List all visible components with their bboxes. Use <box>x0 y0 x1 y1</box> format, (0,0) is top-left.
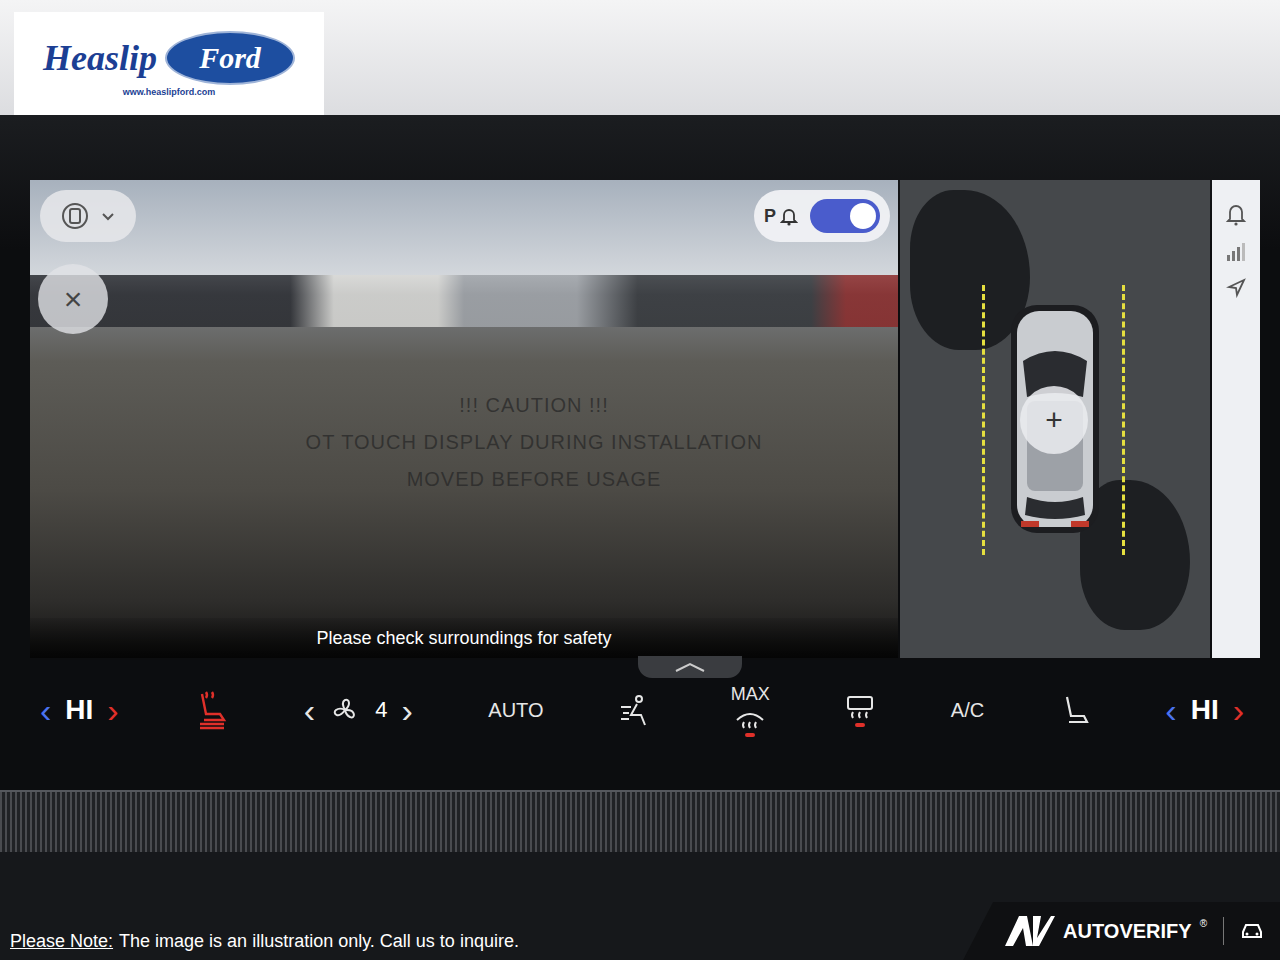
fan-down-button[interactable]: ‹ <box>304 693 315 727</box>
brand-name: Ford <box>199 41 261 75</box>
footer: Please Note: The image is an illustration… <box>0 852 1280 960</box>
overhead-view: + <box>900 180 1210 658</box>
temp-down-button[interactable]: ‹ <box>40 693 51 727</box>
camera-screen: × P !!! CAUTION !!! OT TOUCH DISPLAY DURING… <box>30 180 1260 658</box>
notification-bell-icon[interactable] <box>1225 202 1247 226</box>
temp-value: HI <box>1191 694 1219 726</box>
climate-temp[interactable]: ‹ HI › <box>40 693 119 727</box>
safety-caption: Please check surroundings for safety <box>316 628 611 649</box>
autoverify-badge[interactable]: AUTOVERIFY ® <box>963 902 1280 960</box>
climate-temp[interactable]: ‹ HI › <box>1165 693 1244 727</box>
toggle-switch[interactable] <box>810 199 880 233</box>
rear-defrost-button[interactable] <box>845 694 875 727</box>
status-indicator <box>855 723 865 727</box>
climate-max-defrost[interactable]: MAX <box>731 684 770 737</box>
car-icon <box>1240 922 1264 940</box>
climate-bar: ‹ HI › ‹ 4 › AUTO MAX A/C ‹ HI › <box>30 660 1260 760</box>
climate-button-label: A/C <box>951 699 984 722</box>
temp-down-button[interactable]: ‹ <box>1165 693 1176 727</box>
autoverify-logo-icon <box>1003 914 1055 948</box>
temp-up-button[interactable]: › <box>1233 693 1244 727</box>
side-toolbar <box>1212 180 1260 658</box>
max-defrost-button[interactable]: MAX <box>731 684 770 737</box>
chevron-up-icon <box>673 661 707 673</box>
climate-button-label: AUTO <box>488 699 543 722</box>
climate-fan[interactable]: ‹ 4 › <box>304 693 413 727</box>
seat-icon <box>1060 694 1090 726</box>
temp-value: HI <box>65 694 93 726</box>
camera-view: × P !!! CAUTION !!! OT TOUCH DISPLAY DURING… <box>30 180 898 658</box>
disclaimer-text: The image is an illustration only. Call … <box>119 931 519 952</box>
parking-alert-label: P <box>764 206 776 227</box>
parking-alert-toggle[interactable]: P <box>754 190 890 242</box>
fan-speed: 4 <box>375 697 387 723</box>
film-notice-line: MOVED BEFORE USAGE <box>407 468 662 491</box>
rear-defrost-icon <box>845 694 875 720</box>
fan-icon <box>329 695 361 725</box>
status-indicator <box>745 733 755 737</box>
registered-mark: ® <box>1200 918 1207 929</box>
protective-film-notice: !!! CAUTION !!! OT TOUCH DISPLAY DURING I… <box>170 394 898 491</box>
dealer-logo[interactable]: Heaslip Ford www.heaslipford.com <box>14 12 324 115</box>
listing-photo: Heaslip Ford www.heaslipford.com × P !!! CAUT… <box>0 0 1280 960</box>
camera-icon <box>60 201 90 231</box>
climate-rear-defrost[interactable] <box>845 694 875 727</box>
film-notice-line: OT TOUCH DISPLAY DURING INSTALLATION <box>306 431 763 454</box>
air-vent-grille <box>0 790 1280 852</box>
zoom-button[interactable]: + <box>1020 386 1088 454</box>
guide-line <box>1122 285 1125 555</box>
climate-button[interactable]: AUTO <box>488 699 543 722</box>
front-defrost-icon <box>734 708 766 730</box>
separator <box>1223 917 1224 945</box>
parking-lot-backdrop <box>30 275 898 327</box>
display-bezel: × P !!! CAUTION !!! OT TOUCH DISPLAY DURING… <box>0 115 1280 790</box>
dealer-name: Heaslip <box>43 37 157 79</box>
toggle-knob <box>850 203 876 229</box>
film-notice-line: !!! CAUTION !!! <box>459 394 608 417</box>
bell-icon <box>780 206 798 226</box>
signal-icon <box>1225 242 1247 262</box>
heated-seat-icon <box>194 690 228 730</box>
dealer-url: www.heaslipford.com <box>123 87 216 97</box>
max-label: MAX <box>731 684 770 705</box>
header-band: Heaslip Ford www.heaslipford.com <box>0 0 1280 115</box>
chevron-down-icon <box>100 208 116 224</box>
disclaimer-label: Please Note: <box>10 931 113 952</box>
climate-airflow[interactable] <box>619 693 655 727</box>
camera-select-button[interactable] <box>40 190 136 242</box>
temp-up-button[interactable]: › <box>107 693 118 727</box>
navigation-arrow-icon[interactable] <box>1226 278 1246 298</box>
autoverify-name: AUTOVERIFY <box>1063 920 1192 943</box>
fan-up-button[interactable]: › <box>401 693 412 727</box>
climate-heated-seat[interactable] <box>194 690 228 730</box>
airflow-icon <box>619 693 655 727</box>
caption-bar: Please check surroundings for safety <box>30 618 898 658</box>
climate-seat[interactable] <box>1060 694 1090 726</box>
ford-oval-icon: Ford <box>165 31 295 85</box>
expand-handle[interactable] <box>638 656 742 678</box>
close-button[interactable]: × <box>38 264 108 334</box>
guide-line <box>982 285 985 555</box>
disclaimer: Please Note: The image is an illustration… <box>0 931 519 960</box>
climate-button[interactable]: A/C <box>951 699 984 722</box>
